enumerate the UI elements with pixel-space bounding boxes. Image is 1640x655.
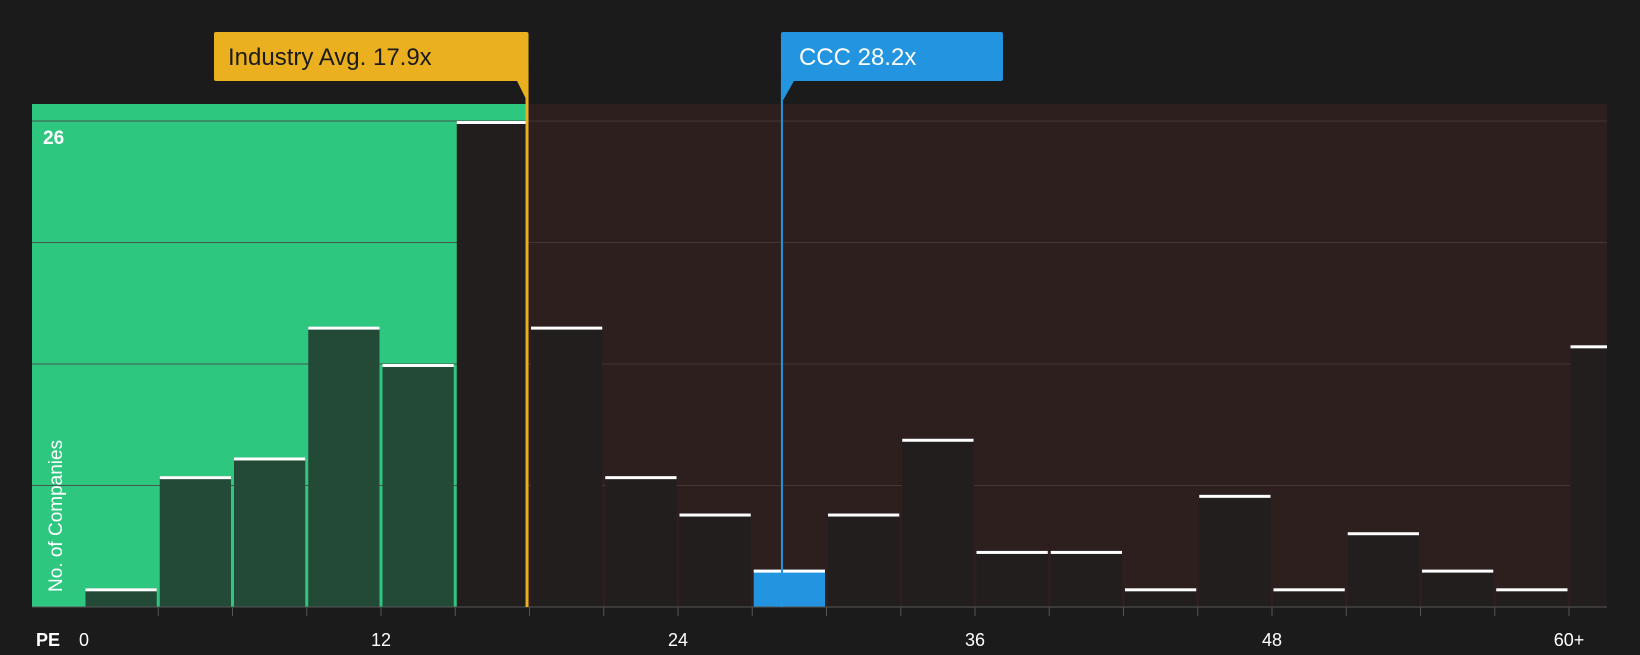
bar-cap (1570, 345, 1607, 349)
bar-cap (828, 513, 900, 517)
bar-cap (456, 121, 528, 124)
histogram-bar (531, 326, 603, 607)
x-tick-label: 48 (1262, 630, 1282, 650)
histogram-bar (234, 457, 306, 607)
x-tick-label: 36 (965, 630, 985, 650)
bar-cap (1199, 494, 1271, 498)
histogram-bar (902, 438, 974, 607)
bar-cap (234, 457, 306, 461)
histogram-bar (828, 513, 900, 607)
x-tick-label: 24 (668, 630, 688, 650)
bar-cap (308, 326, 380, 330)
bar-cap (531, 326, 603, 330)
industry-average-callout-pointer (517, 81, 529, 104)
histogram-bar (382, 364, 454, 607)
histogram-bar (456, 121, 528, 607)
histogram-bar (159, 476, 231, 607)
y-top-tick-label: 26 (43, 128, 64, 149)
histogram-bar (1347, 532, 1419, 607)
bar-cap (85, 588, 157, 592)
bar-cap (1422, 569, 1494, 573)
pe-histogram-chart: 0 12 24 36 48 60+ PE 26 No. of Companies Industry… (0, 0, 1640, 650)
bar-cap (753, 569, 825, 573)
bar-cap (605, 476, 677, 480)
y-axis-label: No. of Companies (46, 440, 67, 592)
chart-svg: 0 12 24 36 48 60+ PE 26 No. of Companies Industry… (32, 32, 1607, 650)
x-axis-label: PE (36, 630, 60, 650)
histogram-bar (605, 476, 677, 607)
x-tick-label: 0 (79, 630, 89, 650)
histogram-bar (753, 569, 825, 607)
histogram-bar (1050, 550, 1122, 607)
bar-cap (159, 476, 231, 480)
histogram-bar (1199, 494, 1271, 607)
bar-cap (1273, 588, 1345, 592)
bar-cap (1125, 588, 1197, 592)
bar-cap (1496, 588, 1568, 592)
industry-average-label: Industry Avg. 17.9x (228, 44, 432, 71)
x-tick-label: 12 (371, 630, 391, 650)
bar-cap (976, 550, 1048, 554)
histogram-bar (976, 550, 1048, 607)
bar-cap (1347, 532, 1419, 536)
histogram-bar (1570, 345, 1607, 607)
bar-cap (902, 438, 974, 442)
bar-cap (382, 364, 454, 367)
bar-cap (1050, 550, 1122, 554)
company-pe-label: CCC 28.2x (799, 44, 916, 71)
histogram-bar (1422, 569, 1494, 607)
histogram-bar (308, 326, 380, 607)
histogram-bar (679, 513, 751, 607)
x-tick-label: 60+ (1554, 630, 1585, 650)
bar-cap (679, 513, 751, 517)
